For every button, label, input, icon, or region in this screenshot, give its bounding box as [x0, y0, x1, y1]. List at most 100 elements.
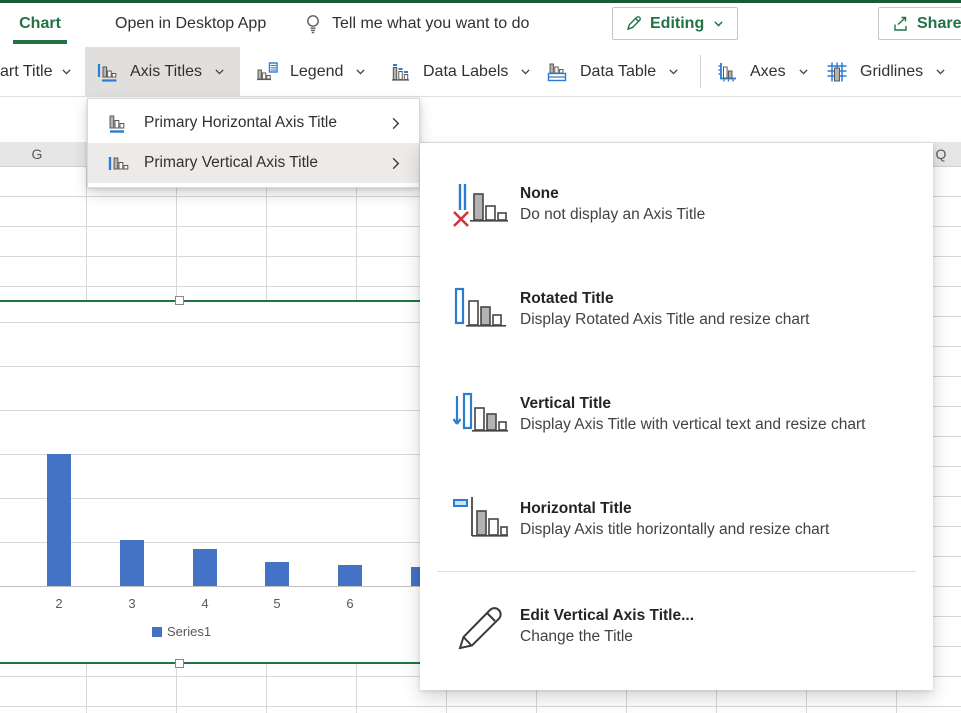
share-icon [891, 15, 909, 33]
submenu-item-title: Vertical Title [520, 393, 865, 414]
chevron-down-icon [60, 65, 73, 78]
chart-x-tick-label: 2 [39, 596, 79, 611]
chart-x-axis-line [0, 586, 480, 587]
menu-item-label: Primary Vertical Axis Title [144, 154, 388, 172]
tell-me-placeholder: Tell me what you want to do [332, 15, 529, 33]
data-table-button[interactable]: Data Table [535, 47, 690, 96]
chevron-down-icon [797, 65, 810, 78]
chevron-right-icon [388, 116, 403, 131]
gridlines-icon [825, 60, 849, 84]
vertical-title-icon [450, 384, 512, 444]
menu-item-primary-horizontal-axis-title[interactable]: Primary Horizontal Axis Title [88, 103, 419, 143]
embedded-bar-chart[interactable]: 2 3 4 5 6 Series1 [0, 300, 480, 664]
submenu-item-description: Display Axis title horizontally and resi… [520, 519, 829, 540]
legend-swatch [152, 627, 162, 637]
open-in-desktop-app-button[interactable]: Open in Desktop App [115, 3, 266, 44]
editing-label: Editing [650, 15, 704, 33]
legend-button[interactable]: Legend [245, 47, 377, 96]
axes-button[interactable]: Axes [705, 47, 820, 96]
chart-title-label: art Title [0, 63, 52, 81]
submenu-item-description: Change the Title [520, 626, 694, 647]
selection-handle-top[interactable] [175, 296, 184, 305]
chart-x-tick-label: 6 [330, 596, 370, 611]
selection-handle-bottom[interactable] [175, 659, 184, 668]
chart-x-tick-label: 4 [185, 596, 225, 611]
rotated-title-icon [450, 279, 512, 339]
pencil-icon [625, 15, 642, 32]
axes-label: Axes [750, 63, 786, 81]
submenu-item-description: Display Rotated Axis Title and resize ch… [520, 309, 809, 330]
open-in-desktop-app-label: Open in Desktop App [115, 15, 266, 33]
data-table-icon [545, 60, 569, 84]
chevron-right-icon [388, 156, 403, 171]
editing-mode-button[interactable]: Editing [612, 7, 738, 40]
chart-ribbon: art Title Axis Titles [0, 47, 961, 97]
submenu-item-title: Horizontal Title [520, 498, 829, 519]
vertical-axis-title-icon [106, 151, 130, 175]
submenu-item-title: Edit Vertical Axis Title... [520, 605, 694, 626]
tab-chart-active-underline [13, 40, 67, 44]
chart-bar [338, 565, 362, 586]
chart-gridline [0, 322, 480, 323]
gridlines-button[interactable]: Gridlines [815, 47, 957, 96]
chart-gridline [0, 410, 480, 411]
chart-bar [265, 562, 289, 586]
horizontal-title-icon [450, 489, 512, 549]
share-button[interactable]: Share [878, 7, 961, 40]
axes-icon [715, 60, 739, 84]
submenu-item-title: Rotated Title [520, 288, 809, 309]
submenu-item-description: Display Axis Title with vertical text an… [520, 414, 865, 435]
chart-title-button[interactable]: art Title [0, 47, 83, 96]
axis-title-none-icon [450, 174, 512, 234]
top-bar: Chart Open in Desktop App Tell me what y… [0, 0, 961, 47]
chart-gridline [0, 498, 480, 499]
chevron-down-icon [934, 65, 947, 78]
menu-item-primary-vertical-axis-title[interactable]: Primary Vertical Axis Title [88, 143, 419, 183]
chart-x-tick-label: 5 [257, 596, 297, 611]
axis-titles-icon [95, 60, 119, 84]
chevron-down-icon [354, 65, 367, 78]
submenu-item-edit-vertical-axis-title[interactable]: Edit Vertical Axis Title... Change the T… [420, 576, 933, 676]
chevron-down-icon [519, 65, 532, 78]
share-label: Share [917, 15, 961, 33]
ribbon-separator [700, 55, 701, 88]
axis-titles-dropdown-menu: Primary Horizontal Axis Title Primary Ve… [87, 98, 420, 188]
tell-me-search[interactable]: Tell me what you want to do [303, 3, 529, 44]
axis-titles-button[interactable]: Axis Titles [85, 47, 240, 96]
horizontal-axis-title-icon [106, 111, 130, 135]
vertical-axis-title-submenu: None Do not display an Axis Title Rotate… [420, 143, 933, 690]
submenu-item-rotated-title[interactable]: Rotated Title Display Rotated Axis Title… [420, 256, 933, 361]
chart-x-tick-label: 3 [112, 596, 152, 611]
submenu-item-description: Do not display an Axis Title [520, 204, 705, 225]
chart-bar [193, 549, 217, 586]
data-labels-button[interactable]: Data Labels [378, 47, 542, 96]
menu-item-label: Primary Horizontal Axis Title [144, 114, 388, 132]
lightbulb-icon [303, 13, 323, 35]
column-header-g[interactable]: G [25, 146, 49, 162]
submenu-item-vertical-title[interactable]: Vertical Title Display Axis Title with v… [420, 361, 933, 466]
chart-gridline [0, 542, 480, 543]
legend-label: Legend [290, 63, 343, 81]
chart-legend: Series1 [152, 624, 211, 639]
edit-pencil-icon [450, 596, 512, 656]
chart-bar [120, 540, 144, 586]
data-labels-icon [388, 60, 412, 84]
chevron-down-icon [712, 17, 725, 30]
submenu-item-horizontal-title[interactable]: Horizontal Title Display Axis title hori… [420, 466, 933, 571]
chart-gridline [0, 454, 480, 455]
gridlines-label: Gridlines [860, 63, 923, 81]
excel-web-app: Chart Open in Desktop App Tell me what y… [0, 0, 961, 713]
legend-series-label: Series1 [167, 624, 211, 639]
data-labels-label: Data Labels [423, 63, 508, 81]
axis-titles-label: Axis Titles [130, 63, 202, 81]
submenu-separator [437, 571, 916, 572]
chart-bar [47, 454, 71, 586]
tab-chart[interactable]: Chart [13, 3, 67, 44]
chevron-down-icon [213, 65, 226, 78]
chevron-down-icon [667, 65, 680, 78]
submenu-item-title: None [520, 183, 705, 204]
legend-icon [255, 60, 279, 84]
tab-chart-label: Chart [19, 15, 61, 33]
data-table-label: Data Table [580, 63, 656, 81]
submenu-item-none[interactable]: None Do not display an Axis Title [420, 151, 933, 256]
